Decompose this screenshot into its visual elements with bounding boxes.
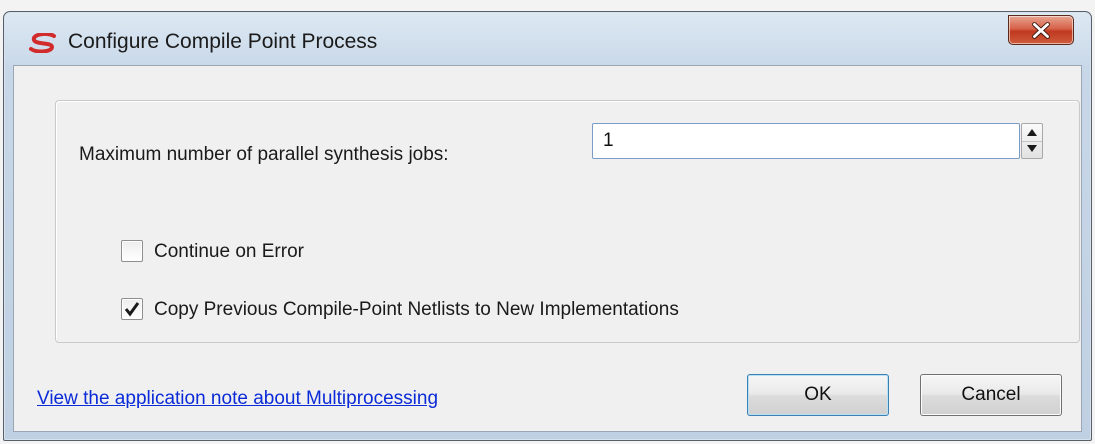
close-icon (1032, 22, 1050, 39)
parallel-jobs-label: Maximum number of parallel synthesis job… (79, 144, 449, 165)
ok-button[interactable]: OK (747, 374, 889, 416)
triangle-up-icon (1027, 129, 1037, 136)
title-bar[interactable]: Configure Compile Point Process (4, 12, 1091, 64)
continue-on-error-checkbox[interactable] (121, 240, 143, 262)
synplify-logo-icon (29, 33, 56, 53)
copy-netlists-checkbox[interactable] (121, 298, 143, 320)
close-button[interactable] (1008, 15, 1074, 45)
continue-on-error-label[interactable]: Continue on Error (154, 240, 304, 263)
parallel-jobs-spinbox[interactable] (592, 123, 1044, 159)
parallel-jobs-input[interactable] (592, 123, 1020, 159)
triangle-down-icon (1027, 145, 1037, 152)
multiprocessing-help-link[interactable]: View the application note about Multipro… (37, 388, 438, 410)
checkmark-icon (124, 302, 140, 317)
copy-netlists-label[interactable]: Copy Previous Compile-Point Netlists to … (154, 298, 679, 321)
spin-buttons (1021, 123, 1043, 159)
window-title: Configure Compile Point Process (68, 30, 378, 53)
dialog-window: Configure Compile Point Process Maximum … (3, 11, 1092, 441)
dialog-body: Maximum number of parallel synthesis job… (13, 65, 1082, 432)
spin-down-button[interactable] (1022, 141, 1042, 158)
cancel-button[interactable]: Cancel (920, 374, 1062, 416)
spin-up-button[interactable] (1022, 124, 1042, 142)
